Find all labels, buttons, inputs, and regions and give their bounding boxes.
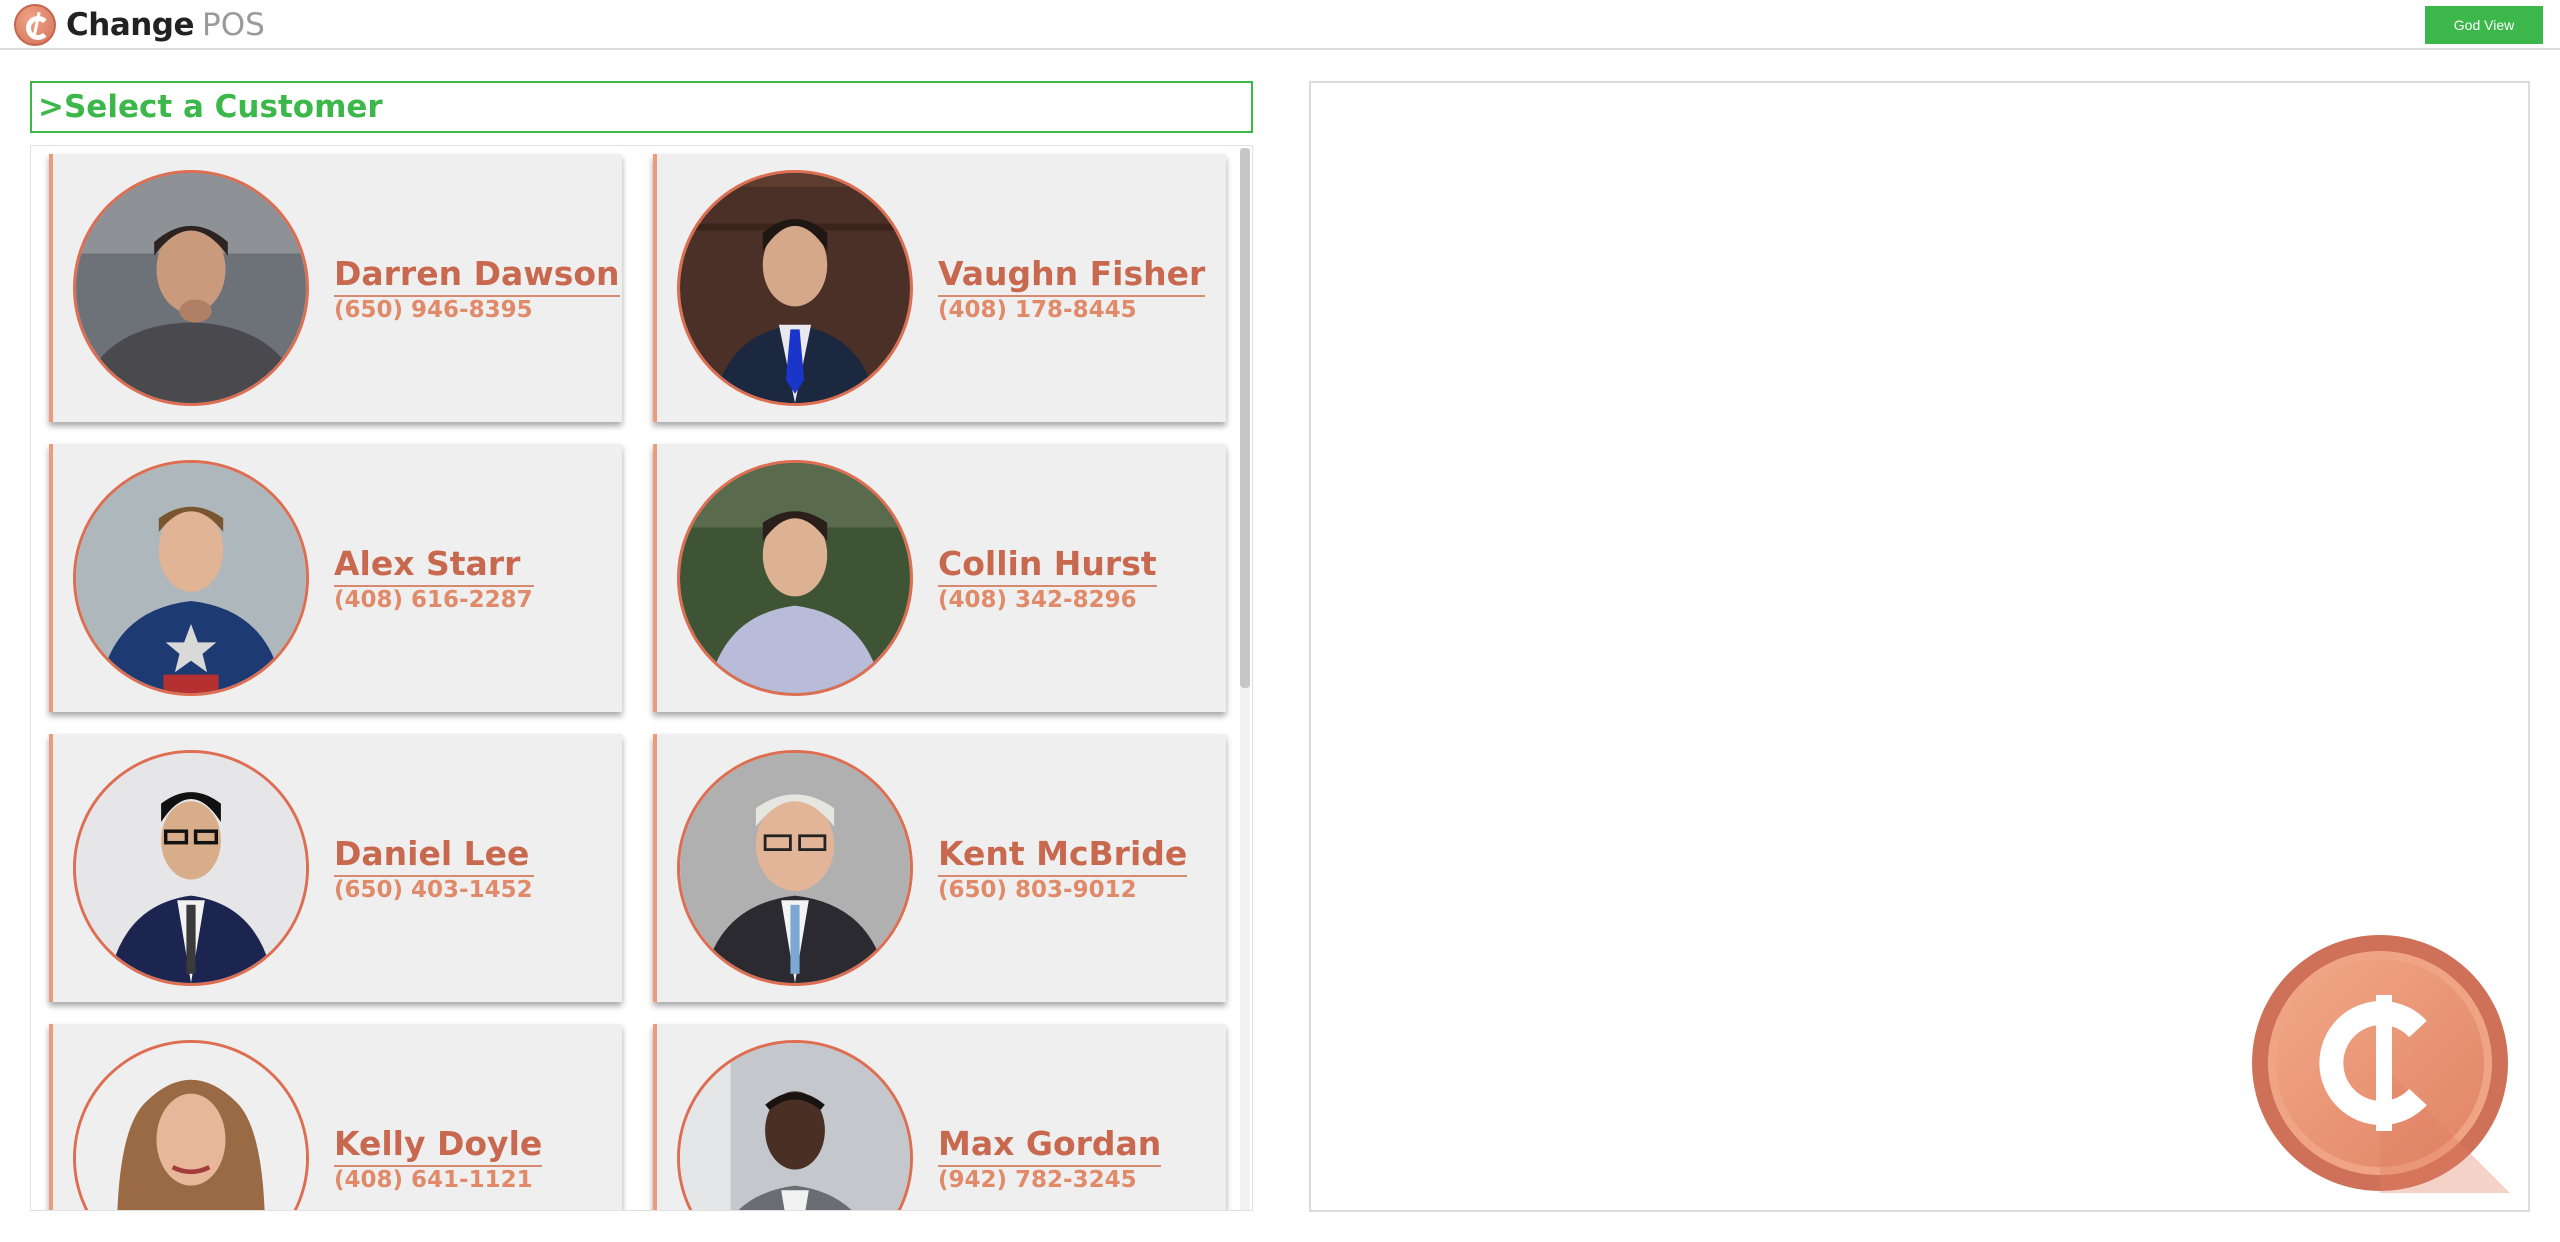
brand[interactable]: Change POS — [14, 4, 265, 46]
customer-photo — [677, 460, 913, 696]
customer-photo — [677, 750, 913, 986]
customer-name: Darren Dawson — [334, 254, 620, 297]
select-customer-heading: >Select a Customer — [30, 81, 1253, 133]
customer-phone: (408) 178-8445 — [938, 297, 1137, 323]
customer-card[interactable]: Collin Hurst (408) 342-8296 — [653, 444, 1226, 712]
customer-photo — [73, 170, 309, 406]
customer-photo — [73, 460, 309, 696]
god-view-button[interactable]: God View — [2425, 6, 2543, 44]
customer-card[interactable]: Kent McBride (650) 803-9012 — [653, 734, 1226, 1002]
customer-name: Collin Hurst — [938, 544, 1157, 587]
customer-phone: (650) 803-9012 — [938, 877, 1137, 903]
customer-photo — [677, 170, 913, 406]
top-bar: Change POS God View — [0, 0, 2560, 50]
customer-phone: (650) 403-1452 — [334, 877, 533, 903]
customer-photo — [73, 750, 309, 986]
customer-name: Vaughn Fisher — [938, 254, 1206, 297]
change-logo-icon — [14, 4, 56, 46]
customer-card[interactable]: Vaughn Fisher (408) 178-8445 — [653, 154, 1226, 422]
customer-name: Kelly Doyle — [334, 1124, 543, 1167]
customer-card[interactable]: Darren Dawson (650) 946-8395 — [49, 154, 622, 422]
customer-list[interactable]: Darren Dawson (650) 946-8395 Vaughn Fish… — [30, 145, 1253, 1211]
customer-name: Daniel Lee — [334, 834, 534, 877]
brand-name: Change — [66, 7, 195, 43]
customer-phone: (942) 782-3245 — [938, 1167, 1137, 1193]
customer-name: Max Gordan — [938, 1124, 1162, 1167]
change-cent-logo-icon — [2252, 935, 2510, 1193]
customer-name: Kent McBride — [938, 834, 1188, 877]
customer-list-scrollbar-thumb[interactable] — [1240, 148, 1250, 688]
customer-card[interactable]: Daniel Lee (650) 403-1452 — [49, 734, 622, 1002]
customer-card[interactable]: Alex Starr (408) 616-2287 — [49, 444, 622, 712]
customer-phone: (408) 616-2287 — [334, 587, 533, 613]
customer-phone: (650) 946-8395 — [334, 297, 533, 323]
customer-card[interactable]: Kelly Doyle (408) 641-1121 — [49, 1024, 622, 1210]
customer-phone: (408) 342-8296 — [938, 587, 1137, 613]
customer-photo — [677, 1040, 913, 1210]
customer-card[interactable]: Max Gordan (942) 782-3245 — [653, 1024, 1226, 1210]
customer-name: Alex Starr — [334, 544, 534, 587]
customer-phone: (408) 641-1121 — [334, 1167, 533, 1193]
customer-photo — [73, 1040, 309, 1210]
brand-name-suffix: POS — [202, 7, 265, 43]
